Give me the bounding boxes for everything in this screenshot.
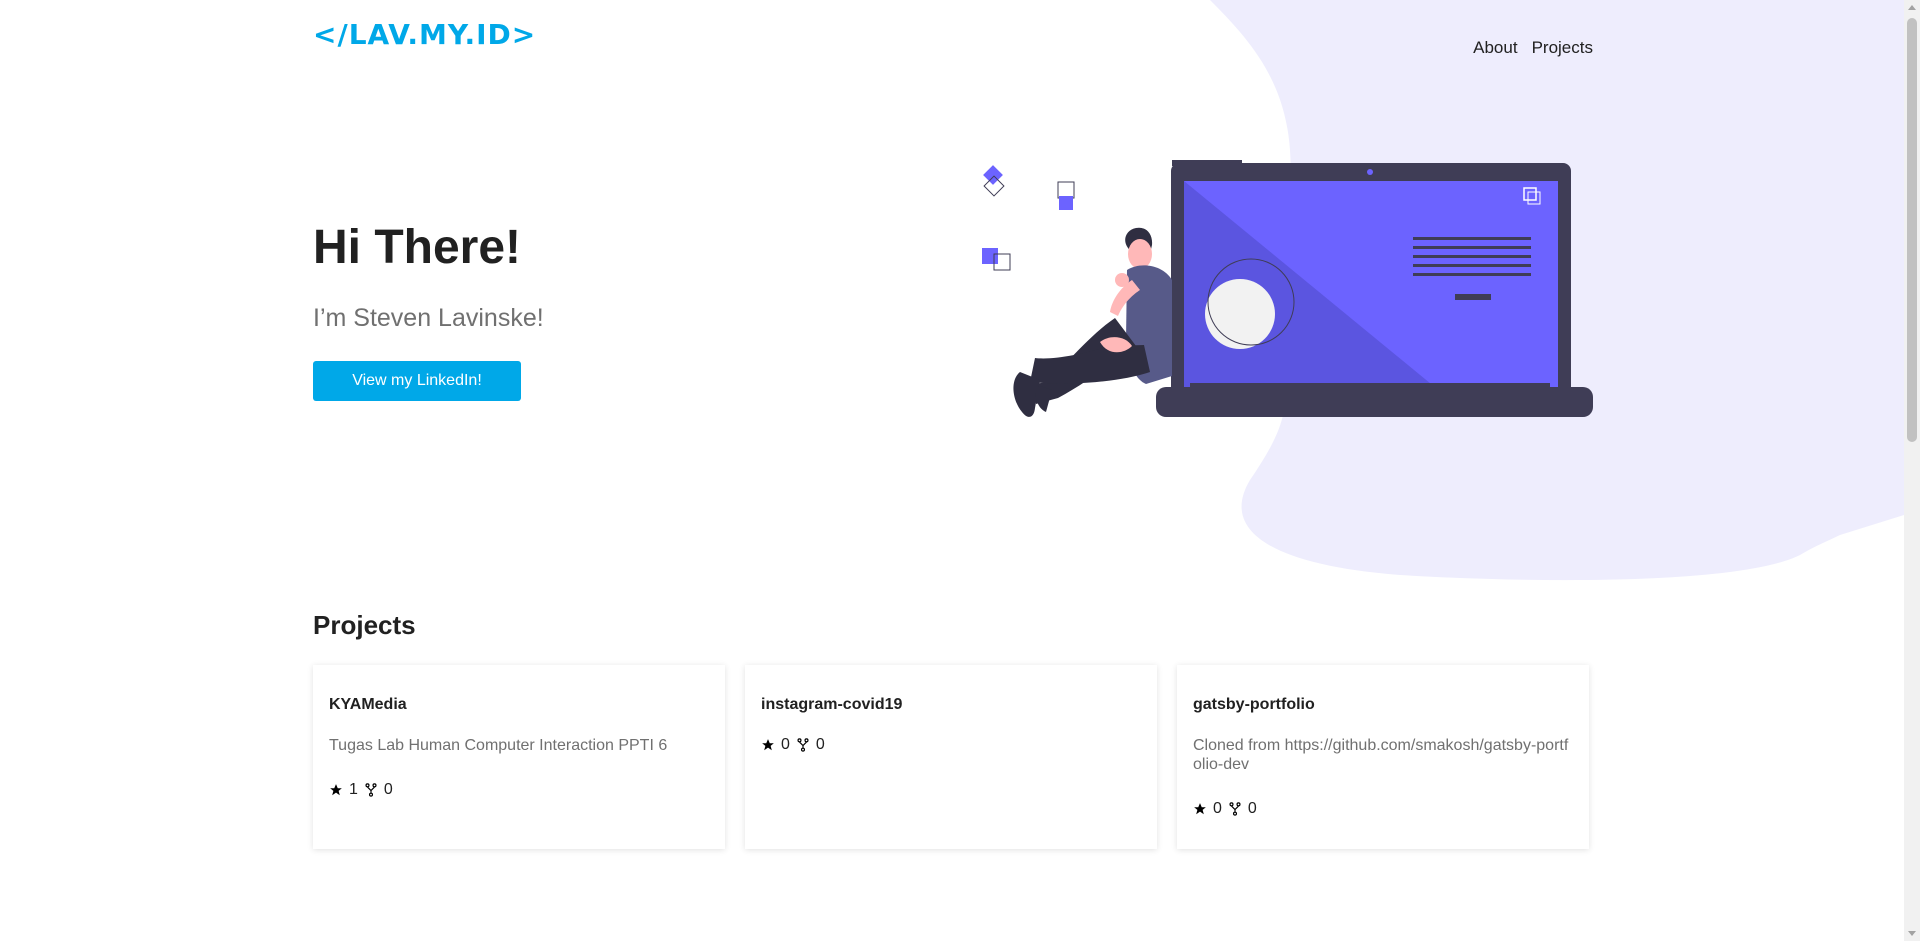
project-description: Tugas Lab Human Computer Interaction PPT… xyxy=(329,737,668,754)
person-figure xyxy=(1013,227,1172,417)
projects-section-title: Projects xyxy=(313,610,416,640)
laptop-graphic xyxy=(1156,160,1593,417)
fork-icon xyxy=(365,783,377,797)
project-stats: 0 0 xyxy=(761,736,1141,754)
project-card-kyamedia[interactable]: KYAMedia Tugas Lab Human Computer Intera… xyxy=(313,665,725,849)
project-card-gatsby-portfolio[interactable]: gatsby-portfolio Cloned from https://git… xyxy=(1177,665,1589,849)
hero-illustration xyxy=(982,160,1593,417)
hero-subtitle: I’m Steven Lavinske! xyxy=(313,304,544,332)
project-name[interactable]: gatsby-portfolio xyxy=(1193,696,1573,714)
site-header: </LAV.MY.ID> About Projects xyxy=(313,18,1593,58)
fork-count: 0 xyxy=(1247,800,1257,817)
project-stats: 1 0 xyxy=(329,781,709,799)
page: </LAV.MY.ID> About Projects Hi There! I’… xyxy=(0,0,1904,941)
hero-title: Hi There! xyxy=(313,221,522,274)
nav-about-link[interactable]: About xyxy=(1473,38,1517,58)
scroll-down-arrow-icon[interactable] xyxy=(1908,931,1916,936)
star-count: 0 xyxy=(781,736,790,753)
star-count: 1 xyxy=(349,781,358,798)
fork-count: 0 xyxy=(383,781,393,798)
star-count: 0 xyxy=(1213,800,1222,817)
fork-icon xyxy=(1229,802,1241,816)
fork-icon xyxy=(797,738,809,752)
site-logo[interactable]: </LAV.MY.ID> xyxy=(313,18,536,51)
vertical-scrollbar[interactable] xyxy=(1904,0,1920,941)
project-card-instagram-covid19[interactable]: instagram-covid19 0 0 xyxy=(745,665,1157,849)
main-nav: About Projects xyxy=(1473,38,1593,58)
project-stats: 0 0 xyxy=(1193,800,1573,818)
floating-squares-decoration xyxy=(982,165,1075,271)
project-description: Cloned from https://github.com/smakosh/g… xyxy=(1193,737,1569,773)
project-name[interactable]: instagram-covid19 xyxy=(761,696,1141,714)
fork-count: 0 xyxy=(815,736,825,753)
star-icon xyxy=(1194,803,1206,815)
star-icon xyxy=(330,784,342,796)
scroll-up-arrow-icon[interactable] xyxy=(1908,5,1916,10)
nav-projects-link[interactable]: Projects xyxy=(1532,38,1593,58)
view-linkedin-button[interactable]: View my LinkedIn! xyxy=(313,361,521,401)
scrollbar-thumb[interactable] xyxy=(1907,18,1917,442)
projects-list: KYAMedia Tugas Lab Human Computer Intera… xyxy=(313,665,1593,849)
star-icon xyxy=(762,739,774,751)
project-name[interactable]: KYAMedia xyxy=(329,696,709,714)
